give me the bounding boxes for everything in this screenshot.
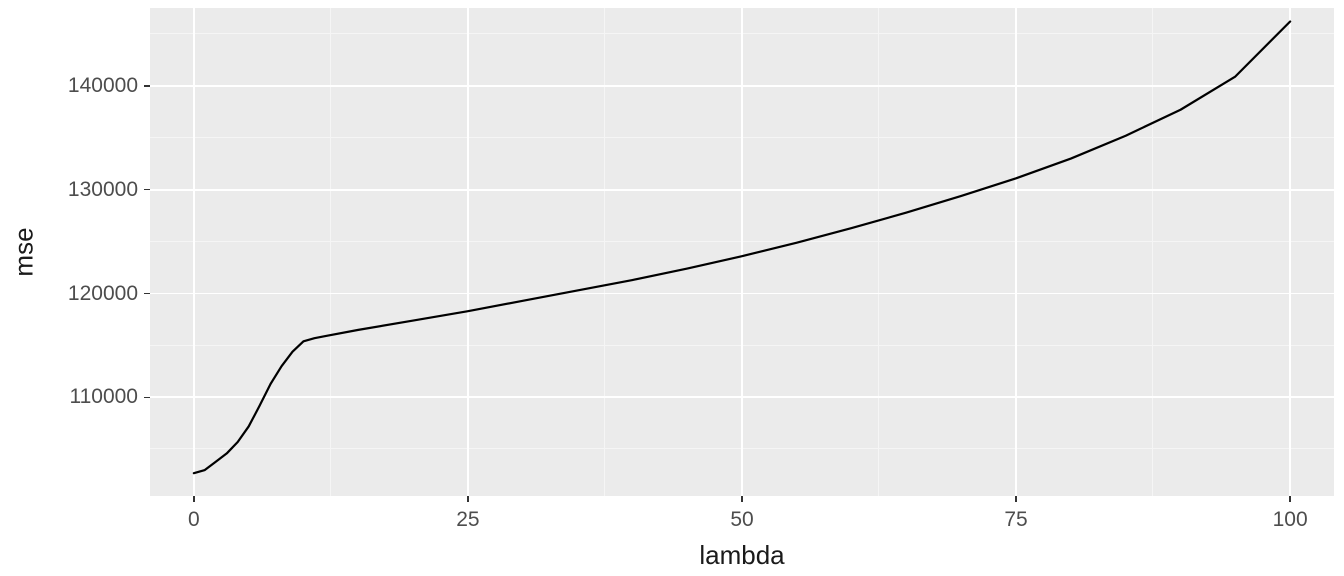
y-axis-title: mse — [9, 227, 40, 276]
line-series — [0, 0, 1344, 576]
x-tick-label: 100 — [1273, 508, 1308, 532]
x-tick — [467, 496, 469, 502]
y-tick-label: 120000 — [68, 282, 138, 306]
y-tick-label: 130000 — [68, 178, 138, 202]
series-path — [194, 22, 1290, 474]
y-tick — [144, 189, 150, 191]
y-tick — [144, 293, 150, 295]
x-tick-label: 75 — [1004, 508, 1027, 532]
x-tick — [741, 496, 743, 502]
x-axis-title: lambda — [699, 540, 784, 571]
y-tick — [144, 85, 150, 87]
y-tick-label: 110000 — [69, 385, 138, 409]
x-tick-label: 25 — [456, 508, 479, 532]
x-tick-label: 0 — [188, 508, 200, 532]
x-tick-label: 50 — [730, 508, 753, 532]
y-tick — [144, 397, 150, 399]
x-tick — [1015, 496, 1017, 502]
x-tick — [193, 496, 195, 502]
x-tick — [1289, 496, 1291, 502]
y-tick-label: 140000 — [68, 74, 138, 98]
chart: 0 25 50 75 100 110000 120000 130000 140000 lamb… — [0, 0, 1344, 576]
